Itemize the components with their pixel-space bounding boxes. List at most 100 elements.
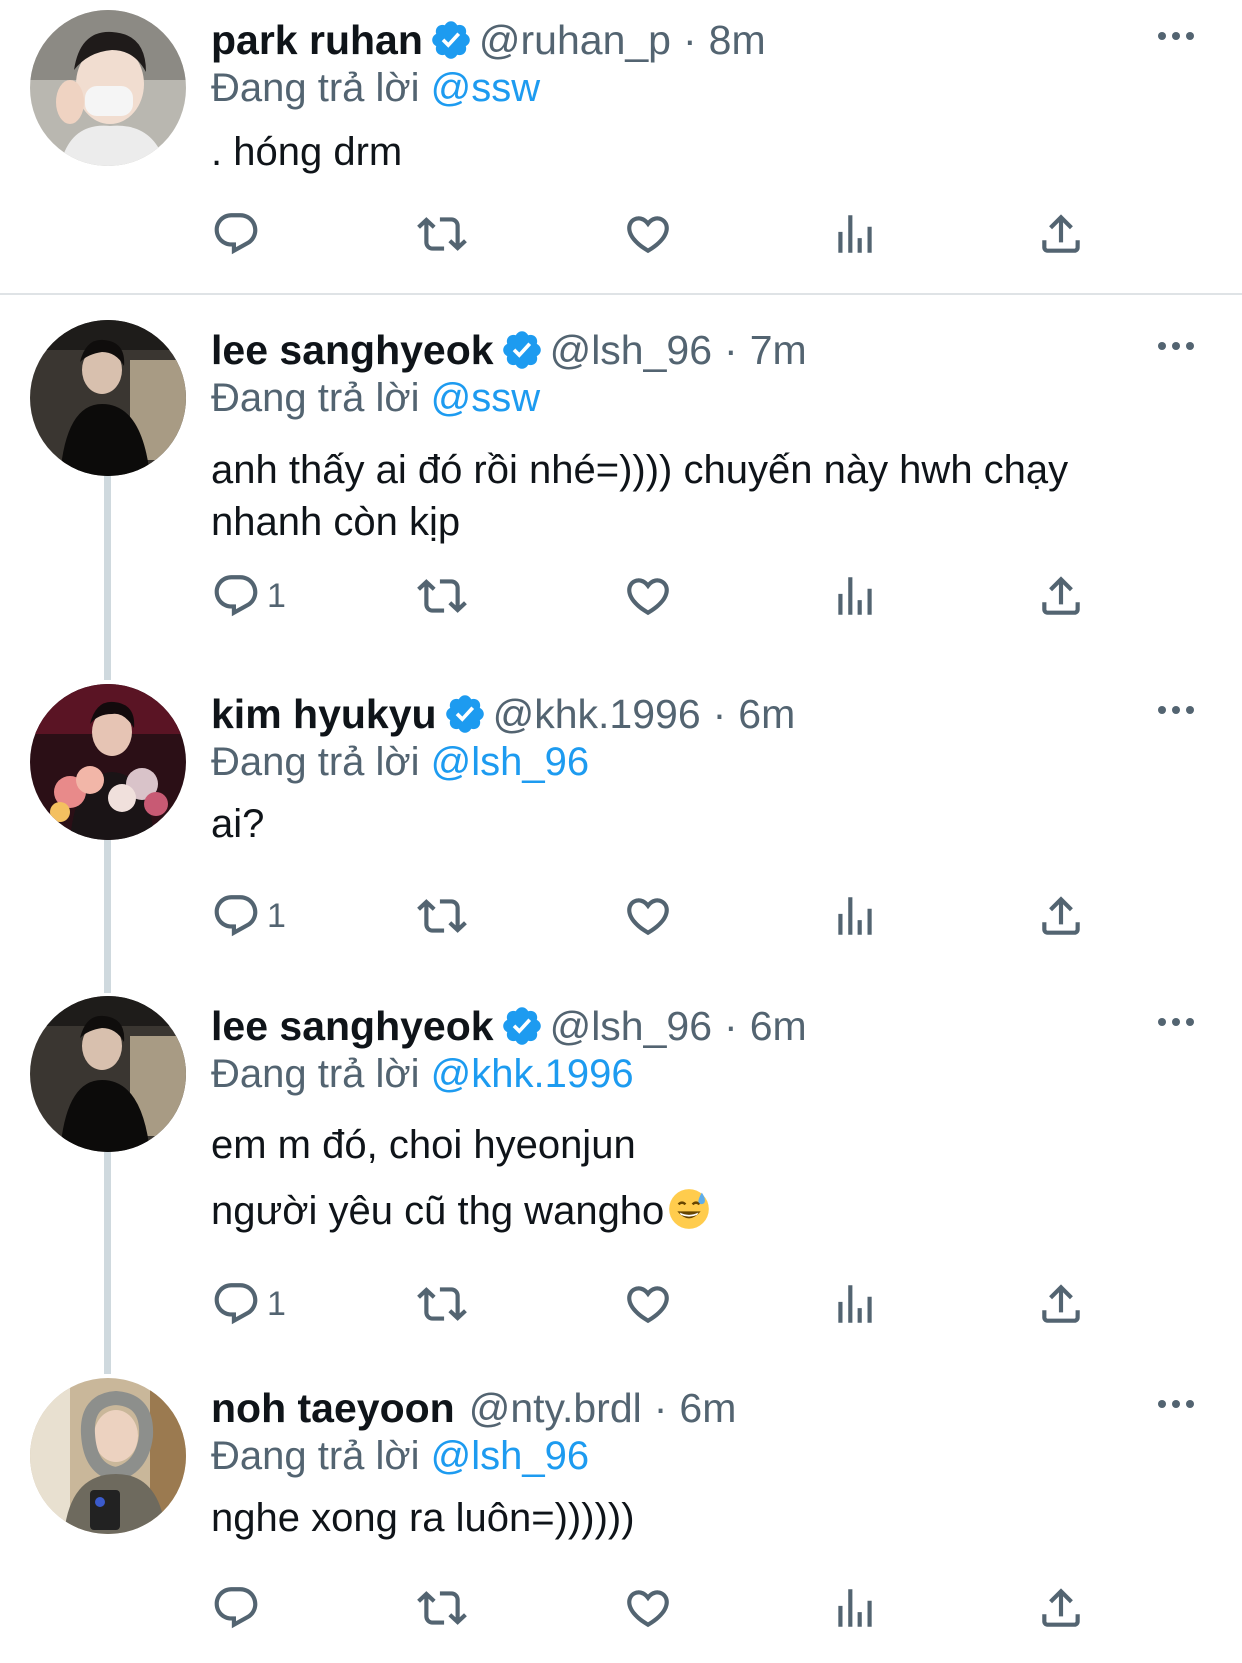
more-icon[interactable] bbox=[1158, 706, 1194, 714]
like-button[interactable] bbox=[623, 1582, 673, 1634]
reply-count: 1 bbox=[267, 1284, 286, 1323]
share-button[interactable] bbox=[1036, 890, 1086, 942]
reply-count: 1 bbox=[267, 576, 286, 615]
mention-link[interactable]: @ssw bbox=[431, 376, 541, 420]
reply-button[interactable]: 1 bbox=[211, 570, 286, 622]
tweet-text: ai? bbox=[211, 798, 264, 850]
more-icon[interactable] bbox=[1158, 342, 1194, 350]
like-button[interactable] bbox=[623, 1278, 673, 1330]
share-button[interactable] bbox=[1036, 208, 1086, 260]
verified-badge-icon bbox=[429, 18, 473, 62]
tweet-text-line: em m đó, choi hyeonjun bbox=[211, 1123, 636, 1167]
like-button[interactable] bbox=[623, 208, 673, 260]
replying-to-label: Đang trả lời bbox=[211, 1434, 420, 1478]
retweet-button[interactable] bbox=[417, 1278, 467, 1330]
more-icon[interactable] bbox=[1158, 32, 1194, 40]
like-button[interactable] bbox=[623, 570, 673, 622]
replying-to-label: Đang trả lời bbox=[211, 376, 420, 420]
mention-link[interactable]: @lsh_96 bbox=[431, 740, 589, 784]
retweet-button[interactable] bbox=[417, 570, 467, 622]
tweet-actions bbox=[211, 1582, 1111, 1634]
like-button[interactable] bbox=[623, 890, 673, 942]
tweet-text: nghe xong ra luôn=)))))) bbox=[211, 1492, 635, 1544]
reply-button[interactable] bbox=[211, 208, 267, 260]
views-icon bbox=[830, 1279, 880, 1329]
retweet-button[interactable] bbox=[417, 1582, 467, 1634]
separator-dot: · bbox=[724, 1003, 738, 1049]
avatar[interactable] bbox=[30, 320, 186, 476]
tweet-text-line: người yêu cũ thg wangho bbox=[211, 1189, 665, 1233]
tweet-text: anh thấy ai đó rồi nhé=)))) chuyến này h… bbox=[211, 444, 1068, 548]
tweet[interactable]: park ruhan @ruhan_p · 8m Đang trả lời @s… bbox=[0, 10, 1242, 290]
timestamp[interactable]: 6m bbox=[679, 1378, 736, 1438]
share-button[interactable] bbox=[1036, 570, 1086, 622]
timestamp[interactable]: 6m bbox=[738, 684, 795, 744]
share-icon bbox=[1036, 571, 1086, 621]
separator-dot: · bbox=[653, 1385, 668, 1431]
retweet-icon bbox=[417, 891, 467, 941]
views-button[interactable] bbox=[830, 890, 880, 942]
views-icon bbox=[830, 891, 880, 941]
views-icon bbox=[830, 571, 880, 621]
tweet-text-line: nghe xong ra luôn=)))))) bbox=[211, 1496, 635, 1540]
tweet-text-line-with-emoji: người yêu cũ thg wangho bbox=[211, 1178, 710, 1244]
avatar-photo bbox=[30, 684, 186, 840]
separator-dot: · bbox=[712, 691, 727, 737]
retweet-icon bbox=[417, 571, 467, 621]
replying-to-label: Đang trả lời bbox=[211, 66, 420, 110]
separator-dot: · bbox=[724, 327, 738, 373]
avatar[interactable] bbox=[30, 1378, 186, 1534]
timestamp[interactable]: 6m bbox=[750, 996, 807, 1056]
retweet-button[interactable] bbox=[417, 890, 467, 942]
like-icon bbox=[623, 209, 673, 259]
avatar[interactable] bbox=[30, 10, 186, 166]
sweat-smile-emoji bbox=[669, 1189, 710, 1229]
tweet-text: . hóng drm bbox=[211, 126, 402, 178]
tweet[interactable]: lee sanghyeok @lsh_96 · 7m Đang trả lời … bbox=[0, 320, 1242, 650]
tweet[interactable]: lee sanghyeok @lsh_96 · 6m Đang trả lời … bbox=[0, 996, 1242, 1356]
reply-icon bbox=[211, 1583, 261, 1633]
tweet-actions bbox=[211, 208, 1111, 260]
avatar-photo bbox=[30, 10, 186, 166]
avatar[interactable] bbox=[30, 684, 186, 840]
reply-button[interactable]: 1 bbox=[211, 890, 286, 942]
tweet-actions: 1 bbox=[211, 1278, 1111, 1330]
more-icon[interactable] bbox=[1158, 1400, 1194, 1408]
tweet-text-line: nhanh còn kịp bbox=[211, 500, 461, 544]
more-icon[interactable] bbox=[1158, 1018, 1194, 1026]
replying-to: Đang trả lời @lsh_96 bbox=[211, 732, 589, 792]
like-icon bbox=[623, 1279, 673, 1329]
views-button[interactable] bbox=[830, 1582, 880, 1634]
replying-to: Đang trả lời @lsh_96 bbox=[211, 1426, 589, 1486]
retweet-icon bbox=[417, 1279, 467, 1329]
reply-count: 1 bbox=[267, 896, 286, 935]
retweet-icon bbox=[417, 1583, 467, 1633]
share-icon bbox=[1036, 1583, 1086, 1633]
reply-button[interactable] bbox=[211, 1582, 267, 1634]
separator-dot: · bbox=[682, 17, 697, 63]
share-button[interactable] bbox=[1036, 1582, 1086, 1634]
like-icon bbox=[623, 891, 673, 941]
reply-button[interactable]: 1 bbox=[211, 1278, 286, 1330]
share-button[interactable] bbox=[1036, 1278, 1086, 1330]
timestamp[interactable]: 8m bbox=[709, 10, 766, 70]
tweet[interactable]: kim hyukyu @khk.1996 · 6m Đang trả lời @… bbox=[0, 684, 1242, 974]
tweet-actions: 1 bbox=[211, 570, 1111, 622]
share-icon bbox=[1036, 1279, 1086, 1329]
mention-link[interactable]: @khk.1996 bbox=[431, 1052, 634, 1096]
avatar-photo bbox=[30, 996, 186, 1152]
mention-link[interactable]: @lsh_96 bbox=[431, 1434, 589, 1478]
timestamp[interactable]: 7m bbox=[750, 320, 807, 380]
user-handle[interactable]: @lsh_96 bbox=[550, 320, 712, 380]
views-icon bbox=[830, 209, 880, 259]
retweet-button[interactable] bbox=[417, 208, 467, 260]
tweet-text-line: . hóng drm bbox=[211, 130, 403, 174]
replying-to: Đang trả lời @khk.1996 bbox=[211, 1044, 634, 1104]
tweet[interactable]: noh taeyoon @nty.brdl · 6m Đang trả lời … bbox=[0, 1378, 1242, 1658]
views-button[interactable] bbox=[830, 208, 880, 260]
reply-icon bbox=[211, 891, 261, 941]
mention-link[interactable]: @ssw bbox=[431, 66, 541, 110]
views-button[interactable] bbox=[830, 570, 880, 622]
avatar[interactable] bbox=[30, 996, 186, 1152]
views-button[interactable] bbox=[830, 1278, 880, 1330]
